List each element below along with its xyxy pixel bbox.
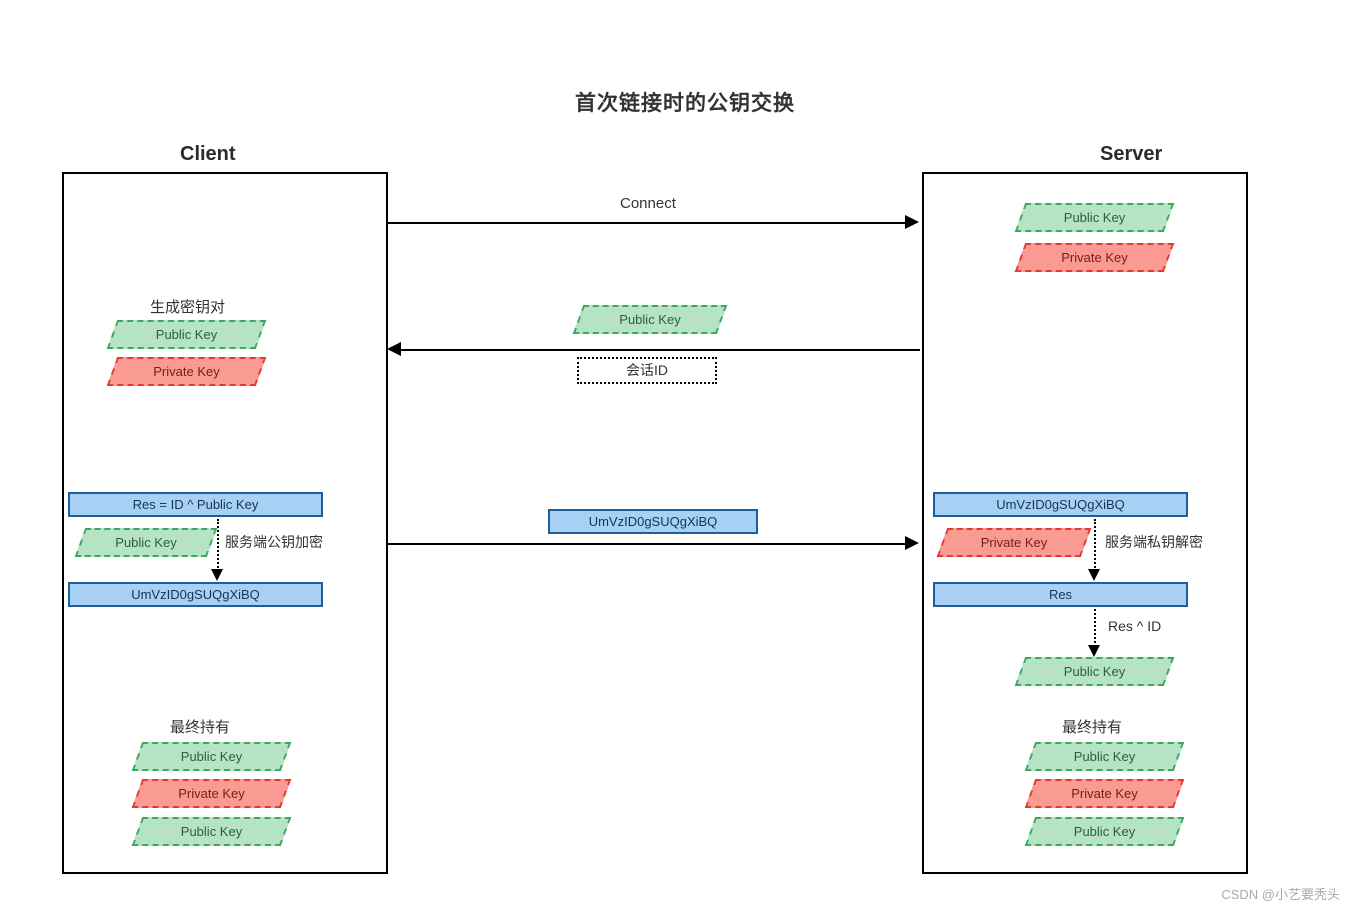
transit-public-key: Public Key [573,305,728,334]
decrypt-with-private-key: Private Key [937,528,1092,557]
enc-note-left: 服务端公钥加密 [225,532,323,552]
client-private-key-gen: Private Key [107,357,267,386]
connect-arrow-line [386,222,906,224]
send-arrow-line [386,543,906,545]
res-xor-id-label: Res ^ ID [1108,618,1161,634]
client-enc-dotted [217,519,219,571]
server-derived-public-key: Public Key [1015,657,1175,686]
server-heading: Server [1100,143,1162,166]
server-final-public-key-1: Public Key [1025,742,1185,771]
server-xor-dotted [1094,609,1096,647]
client-final-public-key-2: Public Key [132,817,292,846]
client-public-key-gen: Public Key [107,320,267,349]
server-res-box: Res [933,582,1188,607]
transit-encoded-box: UmVzID0gSUQgXiBQ [548,509,758,534]
return-arrow-line [400,349,920,351]
connect-arrow-head [905,215,919,229]
server-public-key-top: Public Key [1015,203,1175,232]
client-final-public-key-1: Public Key [132,742,292,771]
attribution-watermark: CSDN @小艺要秃头 [1221,884,1340,903]
server-private-key-top: Private Key [1015,243,1175,272]
connect-label: Connect [620,195,676,212]
gen-keypair-label: 生成密钥对 [150,296,225,317]
client-final-private-key: Private Key [132,779,292,808]
encrypt-with-public-key: Public Key [75,528,218,557]
send-arrow-head [905,536,919,550]
session-id-box: 会话ID [577,357,717,384]
server-final-public-key-2: Public Key [1025,817,1185,846]
server-final-private-key: Private Key [1025,779,1185,808]
server-final-hold-label: 最终持有 [1062,716,1122,737]
server-dec-dotted [1094,519,1096,571]
client-enc-arrowhead [211,569,223,581]
res-formula-box: Res = ID ^ Public Key [68,492,323,517]
server-encoded-box: UmVzID0gSUQgXiBQ [933,492,1188,517]
server-xor-arrowhead [1088,645,1100,657]
client-encoded-box: UmVzID0gSUQgXiBQ [68,582,323,607]
diagram-title: 首次链接时的公钥交换 [0,87,1370,117]
return-arrow-head [387,342,401,356]
dec-note-right: 服务端私钥解密 [1105,532,1203,552]
server-dec-arrowhead [1088,569,1100,581]
client-final-hold-label: 最终持有 [170,716,230,737]
client-heading: Client [180,143,236,166]
